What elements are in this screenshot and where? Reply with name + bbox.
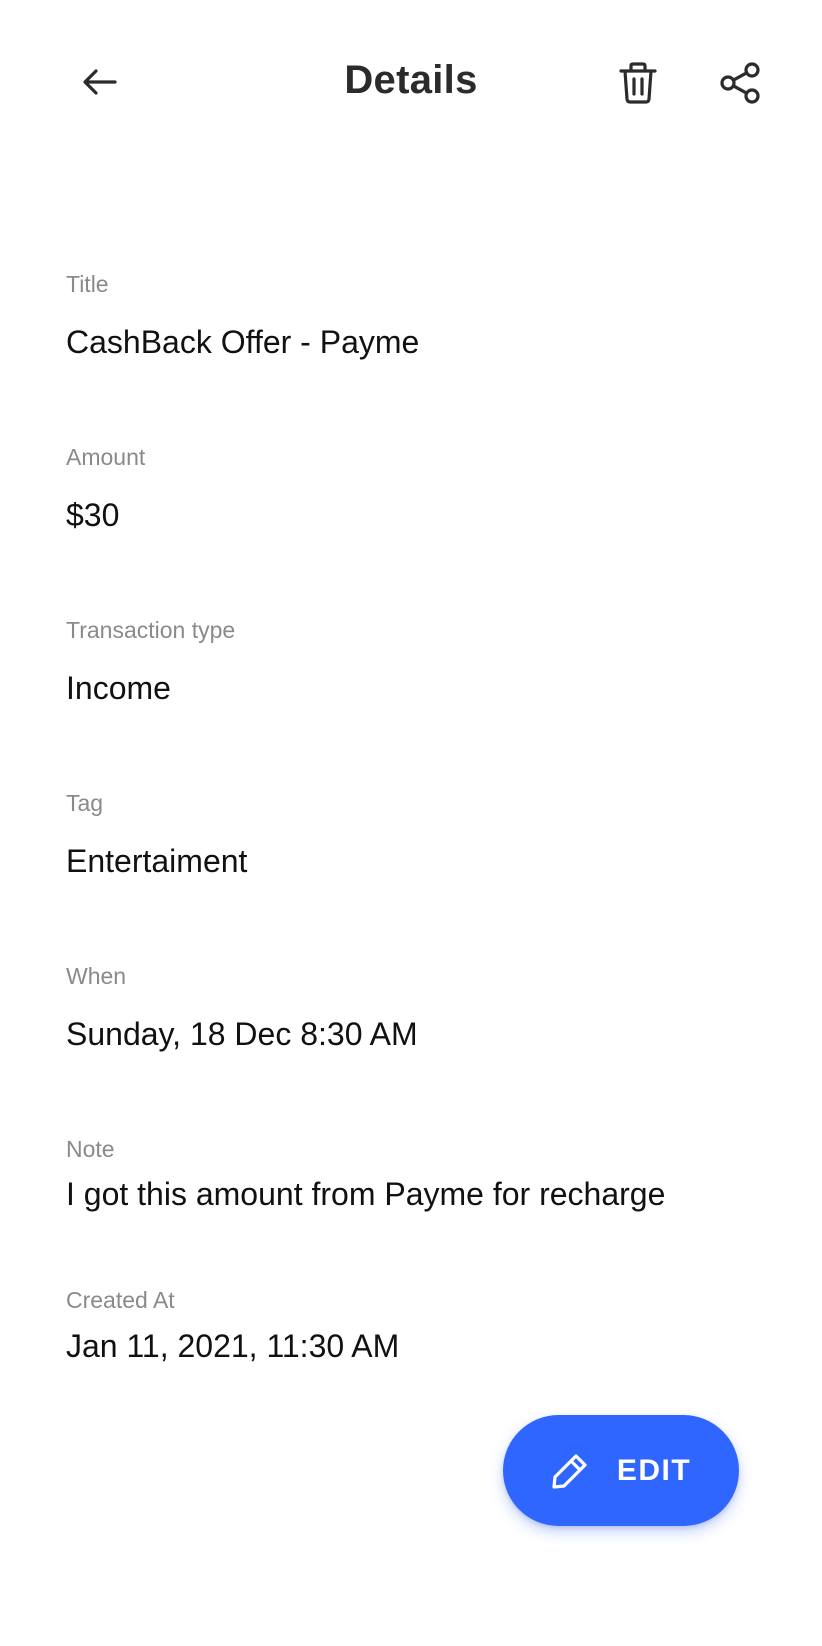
edit-button[interactable]: EDIT xyxy=(503,1415,739,1526)
transaction-type-label: Transaction type xyxy=(66,617,236,643)
created-at-value: Jan 11, 2021, 11:30 AM xyxy=(66,1328,400,1364)
when-label: When xyxy=(66,963,127,989)
pencil-icon xyxy=(552,1453,587,1489)
when-value: Sunday, 18 Dec 8:30 AM xyxy=(66,1016,418,1052)
share-button[interactable] xyxy=(708,51,772,115)
tag-value: Entertaiment xyxy=(66,843,248,879)
title-label: Title xyxy=(66,271,109,297)
note-label: Note xyxy=(66,1136,115,1162)
created-at-label: Created At xyxy=(66,1287,175,1313)
edit-button-label: EDIT xyxy=(616,1453,692,1487)
delete-button[interactable] xyxy=(606,51,670,115)
transaction-type-value: Income xyxy=(66,670,171,706)
title-value: CashBack Offer - Payme xyxy=(66,324,420,360)
note-value: I got this amount from Payme for recharg… xyxy=(66,1176,666,1212)
page-title: Details xyxy=(344,58,478,102)
share-icon xyxy=(720,62,760,104)
top-app-bar: Details xyxy=(0,0,822,168)
amount-value: $30 xyxy=(66,497,120,533)
amount-label: Amount xyxy=(66,444,146,470)
trash-icon xyxy=(619,62,657,104)
tag-label: Tag xyxy=(66,790,104,816)
